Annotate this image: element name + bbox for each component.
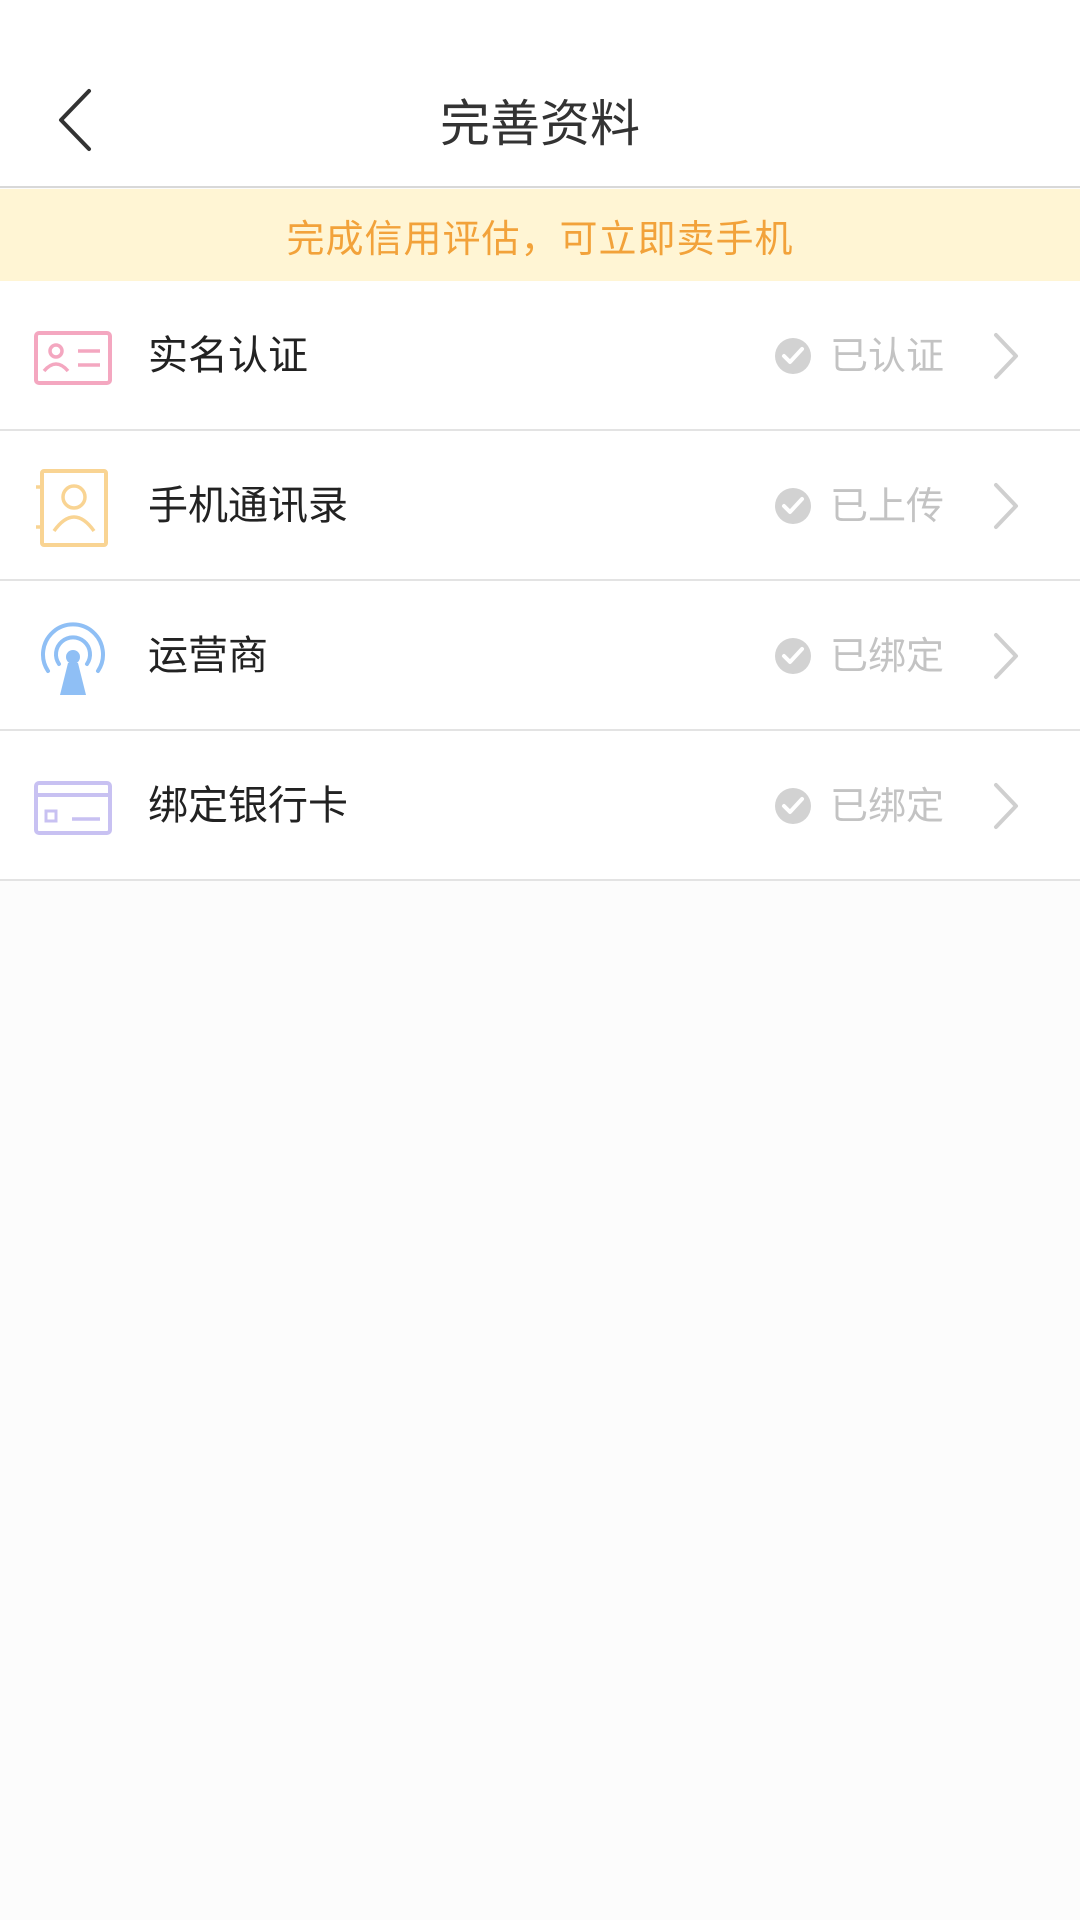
item-label: 实名认证 bbox=[148, 333, 308, 379]
check-circle-icon bbox=[775, 638, 811, 674]
list-item-bank-card[interactable]: 绑定银行卡 已绑定 bbox=[0, 731, 1080, 881]
contacts-book-icon bbox=[36, 469, 108, 547]
chevron-right-icon bbox=[994, 633, 1018, 679]
id-card-icon bbox=[34, 331, 112, 385]
item-status: 已绑定 bbox=[830, 634, 945, 678]
profile-list: 实名认证 已认证 手机通讯录 已上传 运营商 已绑定 绑定银行卡 已绑定 bbox=[0, 281, 1080, 881]
signal-tower-icon bbox=[41, 622, 105, 695]
item-status: 已上传 bbox=[830, 484, 945, 528]
page-title: 完善资料 bbox=[440, 95, 640, 153]
top-bar: 完善资料 bbox=[0, 0, 1080, 188]
list-item-real-name[interactable]: 实名认证 已认证 bbox=[0, 281, 1080, 431]
item-label: 绑定银行卡 bbox=[148, 783, 348, 829]
check-circle-icon bbox=[775, 338, 811, 374]
bank-card-icon bbox=[34, 781, 112, 835]
list-item-carrier[interactable]: 运营商 已绑定 bbox=[0, 581, 1080, 731]
item-status: 已认证 bbox=[830, 334, 945, 378]
chevron-right-icon bbox=[994, 483, 1018, 529]
check-circle-icon bbox=[775, 788, 811, 824]
check-circle-icon bbox=[775, 488, 811, 524]
chevron-right-icon bbox=[994, 333, 1018, 379]
item-label: 运营商 bbox=[148, 633, 268, 679]
chevron-right-icon bbox=[994, 783, 1018, 829]
item-label: 手机通讯录 bbox=[148, 483, 348, 529]
credit-banner: 完成信用评估，可立即卖手机 bbox=[0, 189, 1080, 282]
list-item-contacts[interactable]: 手机通讯录 已上传 bbox=[0, 431, 1080, 581]
item-status: 已绑定 bbox=[830, 784, 945, 828]
